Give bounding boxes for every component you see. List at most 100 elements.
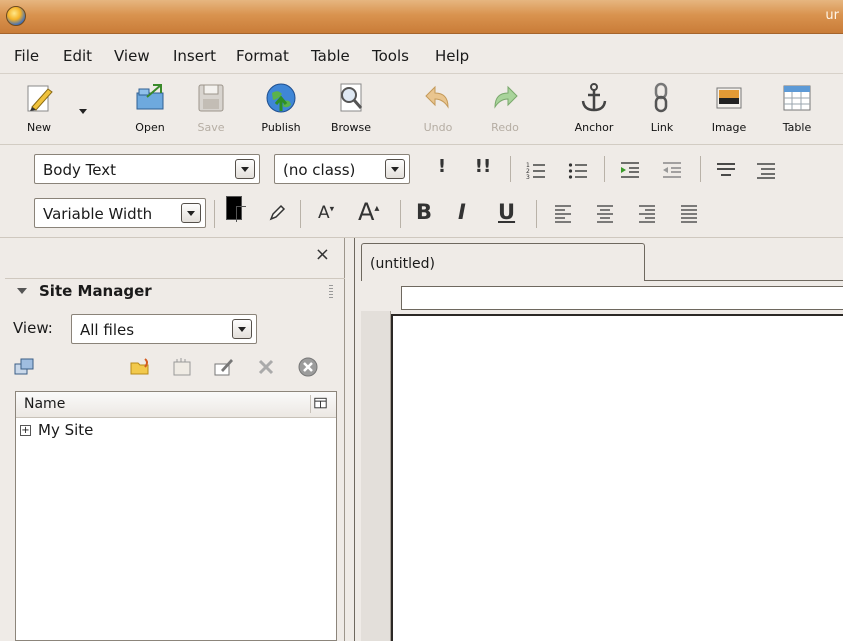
image-icon bbox=[716, 87, 742, 109]
menu-format[interactable]: Format bbox=[236, 47, 289, 65]
class-select[interactable]: (no class) bbox=[274, 154, 410, 184]
chevron-down-icon[interactable] bbox=[232, 319, 252, 339]
format-toolbar-2: Variable Width A▾ A▴ B I U bbox=[0, 192, 843, 238]
tab-strip-border bbox=[645, 280, 843, 281]
side-panel: × Site Manager View: All files Name + My… bbox=[5, 238, 345, 641]
tab-label: (untitled) bbox=[370, 256, 435, 272]
editor-area: (untitled) bbox=[354, 238, 843, 641]
open-icon bbox=[136, 84, 164, 110]
italic-icon[interactable]: I bbox=[458, 200, 466, 224]
expand-plus-icon[interactable]: + bbox=[20, 425, 31, 436]
separator bbox=[214, 200, 215, 228]
new-folder-icon[interactable] bbox=[171, 356, 193, 378]
font-larger-icon[interactable]: A▴ bbox=[358, 198, 379, 226]
save-button[interactable]: Save bbox=[189, 79, 233, 141]
numbered-list-icon[interactable]: 1 2 3 bbox=[526, 160, 546, 180]
view-filter-select[interactable]: All files bbox=[71, 314, 257, 344]
undo-icon bbox=[425, 85, 449, 109]
rename-icon[interactable] bbox=[213, 356, 235, 378]
open-button[interactable]: Open bbox=[125, 79, 175, 141]
font-select[interactable]: Variable Width bbox=[34, 198, 206, 228]
site-manager-toolbar bbox=[5, 356, 345, 386]
chevron-down-icon[interactable] bbox=[181, 203, 201, 223]
column-picker-icon[interactable] bbox=[310, 395, 330, 413]
window-title: ur bbox=[825, 8, 839, 23]
separator bbox=[700, 156, 701, 182]
separator bbox=[300, 200, 301, 228]
redo-button[interactable]: Redo bbox=[483, 79, 527, 141]
editing-canvas[interactable] bbox=[391, 314, 843, 641]
vertical-ruler[interactable] bbox=[361, 311, 391, 641]
menu-file[interactable]: File bbox=[14, 47, 39, 65]
publish-globe-icon bbox=[266, 83, 296, 113]
browse-button[interactable]: Browse bbox=[322, 79, 380, 141]
horizontal-ruler[interactable] bbox=[401, 286, 843, 310]
strong-emphasis-icon[interactable]: !! bbox=[472, 156, 494, 177]
link-button[interactable]: Link bbox=[640, 79, 684, 141]
indent-icon[interactable] bbox=[620, 160, 640, 180]
separator bbox=[400, 200, 401, 228]
table-button[interactable]: Table bbox=[772, 79, 822, 141]
chevron-down-icon[interactable] bbox=[235, 159, 255, 179]
open-folder-icon[interactable] bbox=[129, 356, 151, 378]
redo-icon bbox=[494, 85, 518, 109]
anchor-button[interactable]: Anchor bbox=[566, 79, 622, 141]
image-button[interactable]: Image bbox=[705, 79, 753, 141]
menu-insert[interactable]: Insert bbox=[173, 47, 216, 65]
menu-help[interactable]: Help bbox=[435, 47, 469, 65]
collapse-arrow-icon[interactable] bbox=[17, 288, 27, 294]
chevron-down-icon[interactable] bbox=[385, 159, 405, 179]
menu-bar: File Edit View Insert Format Table Tools… bbox=[0, 34, 843, 74]
menu-edit[interactable]: Edit bbox=[63, 47, 92, 65]
separator bbox=[536, 200, 537, 228]
main-toolbar: New Open Save Publish Browse Undo Redo A… bbox=[0, 75, 843, 145]
tab-untitled[interactable]: (untitled) bbox=[361, 243, 645, 281]
align-left-icon[interactable] bbox=[554, 204, 572, 224]
menu-view[interactable]: View bbox=[114, 47, 150, 65]
emphasis-icon[interactable]: ! bbox=[436, 156, 448, 177]
anchor-icon bbox=[581, 83, 607, 112]
highlight-pen-icon[interactable] bbox=[268, 204, 286, 222]
bold-icon[interactable]: B bbox=[416, 200, 432, 224]
table-grid-icon bbox=[783, 85, 811, 111]
outdent-icon[interactable] bbox=[662, 160, 682, 180]
separator bbox=[510, 156, 511, 182]
delete-icon[interactable] bbox=[255, 356, 277, 378]
paragraph-style-select[interactable]: Body Text bbox=[34, 154, 260, 184]
new-dropdown-icon[interactable] bbox=[78, 106, 88, 116]
svg-text:3: 3 bbox=[526, 174, 530, 180]
menu-table[interactable]: Table bbox=[311, 47, 350, 65]
text-color-picker[interactable] bbox=[226, 196, 248, 226]
definition-term-icon[interactable] bbox=[716, 160, 736, 180]
separator bbox=[604, 156, 605, 182]
background-color-swatch bbox=[236, 206, 246, 222]
tree-item-label: My Site bbox=[38, 421, 94, 439]
new-button[interactable]: New bbox=[14, 79, 64, 141]
align-justify-icon[interactable] bbox=[680, 204, 698, 224]
align-center-icon[interactable] bbox=[596, 204, 614, 224]
site-manager-header[interactable]: Site Manager bbox=[5, 278, 345, 304]
stop-icon[interactable] bbox=[297, 356, 319, 378]
tree-item[interactable]: + My Site bbox=[16, 420, 336, 442]
site-manager-title: Site Manager bbox=[39, 282, 152, 300]
publish-button[interactable]: Publish bbox=[256, 79, 306, 141]
undo-button[interactable]: Undo bbox=[416, 79, 460, 141]
save-icon bbox=[198, 84, 224, 112]
bullet-list-icon[interactable] bbox=[568, 160, 588, 180]
close-icon[interactable]: × bbox=[315, 244, 330, 265]
underline-icon[interactable]: U bbox=[498, 200, 515, 224]
definition-description-icon[interactable] bbox=[756, 160, 776, 180]
font-smaller-icon[interactable]: A▾ bbox=[318, 203, 334, 223]
site-tree[interactable]: Name + My Site bbox=[15, 391, 337, 641]
view-label: View: bbox=[13, 319, 53, 337]
column-name-header[interactable]: Name bbox=[24, 396, 65, 412]
new-document-icon bbox=[27, 85, 53, 112]
link-chain-icon bbox=[654, 82, 668, 113]
app-icon[interactable] bbox=[6, 6, 26, 26]
menu-tools[interactable]: Tools bbox=[372, 47, 409, 65]
tree-header: Name bbox=[16, 392, 336, 418]
drag-grip-icon[interactable] bbox=[329, 285, 333, 299]
title-bar: ur bbox=[0, 0, 843, 34]
align-right-icon[interactable] bbox=[638, 204, 656, 224]
edit-sites-icon[interactable] bbox=[13, 356, 35, 378]
